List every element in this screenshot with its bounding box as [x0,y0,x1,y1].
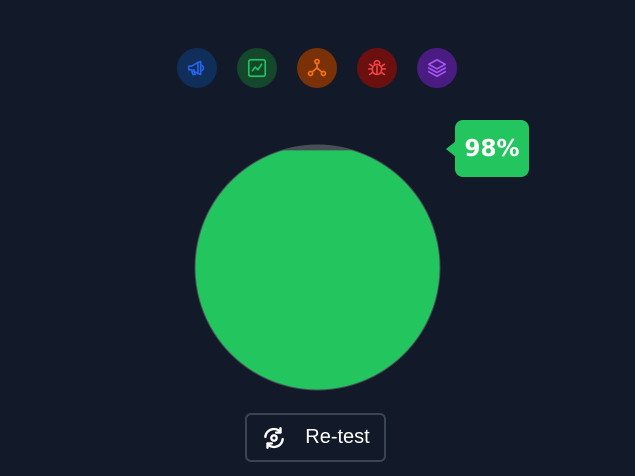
refresh-icon [264,426,285,449]
retest-label: Re-test [305,426,370,448]
network-icon[interactable] [297,48,337,88]
retest-button[interactable]: Re-test [245,413,386,462]
layers-icon[interactable] [417,48,457,88]
category-icon-row [177,48,457,88]
progress-meter [194,144,441,391]
bug-icon[interactable] [357,48,397,88]
meter-fill [195,150,440,390]
megaphone-icon[interactable] [177,48,217,88]
chart-icon[interactable] [237,48,277,88]
speed-test-panel: 98% Re-test [0,0,635,476]
percent-badge: 98% [455,120,529,177]
